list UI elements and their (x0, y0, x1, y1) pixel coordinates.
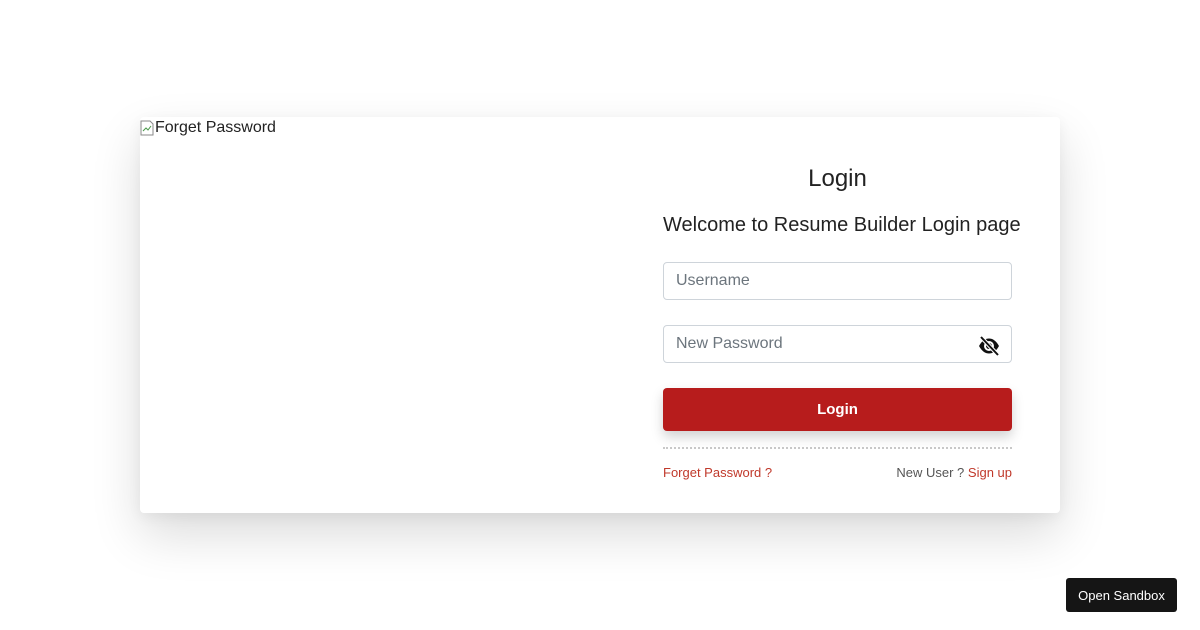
divider (663, 447, 1012, 449)
username-placeholder: Username (676, 272, 750, 289)
eye-slash-icon[interactable] (977, 335, 1001, 357)
broken-image: Forget Password (140, 119, 276, 137)
password-input[interactable]: New Password (663, 325, 1012, 363)
username-input[interactable]: Username (663, 262, 1012, 300)
form-links: Forget Password ? New User ? Sign up (663, 465, 1012, 480)
page-subtitle: Welcome to Resume Builder Login page (663, 214, 1021, 236)
password-placeholder: New Password (676, 335, 783, 352)
page-title: Login (808, 165, 867, 192)
login-button[interactable]: Login (663, 388, 1012, 431)
login-card: Forget Password Login Welcome to Resume … (140, 117, 1060, 513)
forgot-password-link[interactable]: Forget Password ? (663, 465, 772, 480)
broken-image-icon (140, 120, 154, 136)
image-alt-text: Forget Password (155, 119, 276, 136)
signup-link[interactable]: Sign up (968, 465, 1012, 480)
new-user-text: New User ? (896, 465, 968, 480)
signup-row: New User ? Sign up (896, 465, 1012, 480)
open-sandbox-button[interactable]: Open Sandbox (1066, 578, 1177, 612)
